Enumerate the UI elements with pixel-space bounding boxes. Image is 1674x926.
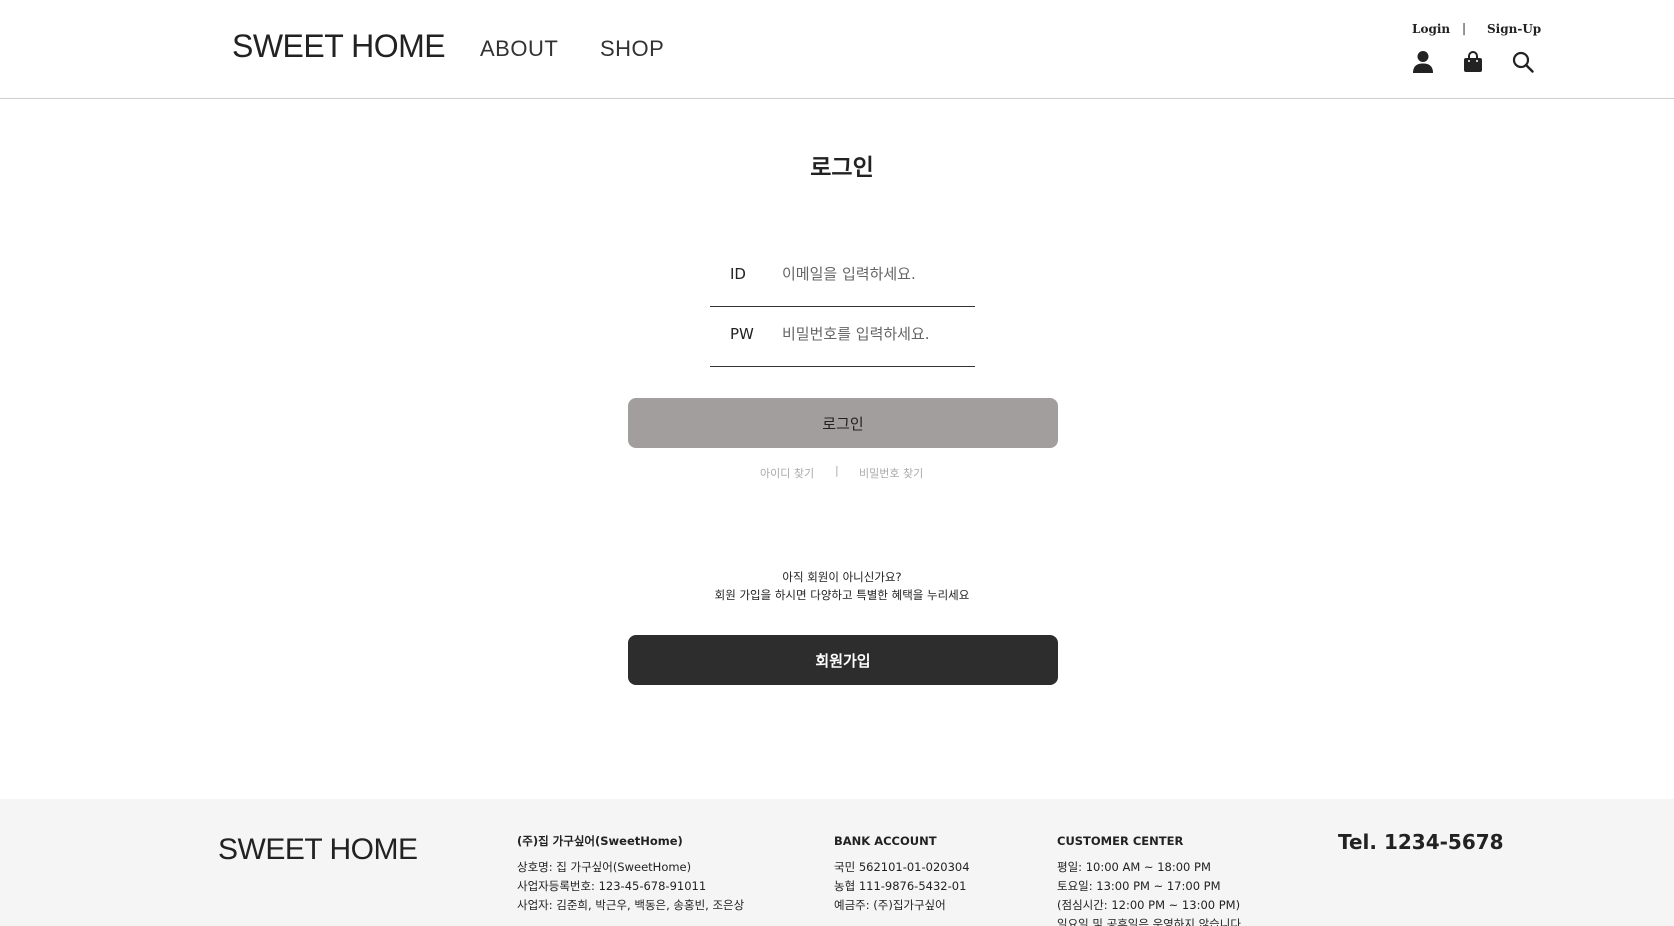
- footer-company-line: 사업자등록번호: 123-45-678-91011: [517, 879, 707, 893]
- footer-cs-line: 토요일: 13:00 PM ~ 17:00 PM: [1057, 879, 1221, 893]
- user-icon[interactable]: [1412, 50, 1434, 74]
- search-icon[interactable]: [1512, 50, 1534, 74]
- nav-shop[interactable]: SHOP: [600, 36, 664, 62]
- footer-logo: SWEET HOME: [218, 833, 418, 866]
- signup-promo-line1: 아직 회원이 아니신가요?: [782, 570, 902, 584]
- header-util-separator: |: [1462, 21, 1467, 35]
- footer-bank-line: 예금주: (주)집가구싶어: [834, 898, 946, 912]
- find-password-link[interactable]: 비밀번호 찾기: [859, 465, 923, 481]
- id-field-row: ID: [710, 247, 975, 307]
- id-label: ID: [730, 265, 746, 283]
- site-logo[interactable]: SWEET HOME: [232, 28, 446, 65]
- footer-company-line: 사업자: 김준희, 박근우, 백동은, 송홍빈, 조은상: [517, 898, 745, 912]
- signup-promo-line2: 회원 가입을 하시면 다양하고 특별한 혜택을 누리세요: [714, 588, 970, 602]
- site-header: SWEET HOME ABOUT SHOP Login | Sign-Up: [0, 0, 1674, 99]
- password-input[interactable]: [782, 319, 972, 349]
- email-input[interactable]: [782, 259, 972, 289]
- pw-field-row: PW: [710, 307, 975, 367]
- footer-company-info: (주)집 가구싶어(SweetHome) 상호명: 집 가구싶어(SweetHo…: [517, 832, 744, 915]
- header-login-link[interactable]: Login: [1412, 22, 1450, 36]
- footer-bank-account: BANK ACCOUNT 국민 562101-01-020304 농협 111-…: [834, 832, 970, 915]
- find-links-separator: |: [835, 464, 839, 477]
- footer-cs-line: (점심시간: 12:00 PM ~ 13:00 PM): [1057, 898, 1241, 912]
- signup-button[interactable]: 회원가입: [628, 635, 1058, 685]
- header-signup-link[interactable]: Sign-Up: [1487, 22, 1541, 36]
- footer-bank-line: 농협 111-9876-5432-01: [834, 879, 967, 893]
- footer-company-heading: (주)집 가구싶어(SweetHome): [517, 834, 683, 848]
- shopping-bag-icon[interactable]: [1462, 50, 1484, 74]
- footer-company-line: 상호명: 집 가구싶어(SweetHome): [517, 860, 692, 874]
- site-footer: SWEET HOME (주)집 가구싶어(SweetHome) 상호명: 집 가…: [0, 799, 1674, 926]
- login-button[interactable]: 로그인: [628, 398, 1058, 448]
- footer-cs-line: 일요일 및 공휴일은 운영하지 않습니다.: [1057, 917, 1245, 926]
- pw-label: PW: [730, 325, 754, 343]
- footer-cs-line: 평일: 10:00 AM ~ 18:00 PM: [1057, 860, 1211, 874]
- footer-customer-center: CUSTOMER CENTER 평일: 10:00 AM ~ 18:00 PM …: [1057, 832, 1245, 926]
- page-title: 로그인: [810, 155, 874, 181]
- find-id-link[interactable]: 아이디 찾기: [760, 465, 814, 481]
- footer-cs-heading: CUSTOMER CENTER: [1057, 834, 1184, 848]
- nav-about[interactable]: ABOUT: [480, 36, 558, 62]
- footer-bank-line: 국민 562101-01-020304: [834, 860, 970, 874]
- footer-telephone: Tel. 1234-5678: [1338, 830, 1504, 854]
- footer-bank-heading: BANK ACCOUNT: [834, 834, 937, 848]
